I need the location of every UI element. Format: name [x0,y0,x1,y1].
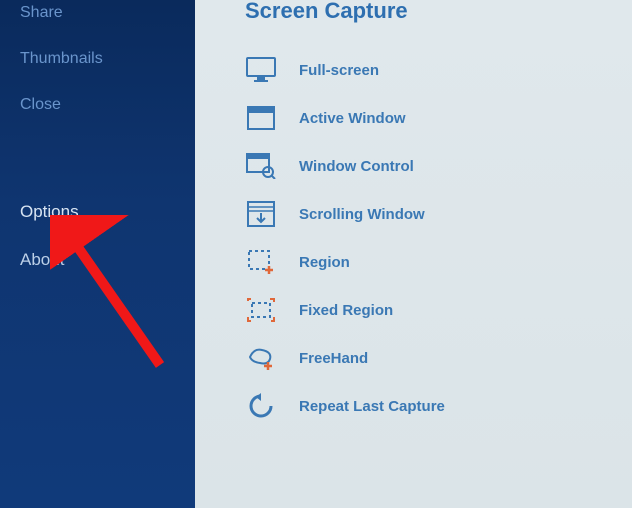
capture-item-fixed-region[interactable]: Fixed Region [245,286,602,334]
sidebar-item-label: Share [20,4,63,21]
main-panel: Screen Capture Full-screen Active Window [195,0,632,508]
sidebar-item-label: Thumbnails [20,50,103,67]
capture-item-active-window[interactable]: Active Window [245,94,602,142]
capture-item-freehand[interactable]: FreeHand [245,334,602,382]
sidebar-item-label: About [20,250,64,269]
repeat-icon [245,392,277,420]
fixed-region-icon [245,296,277,324]
capture-item-window-control[interactable]: Window Control [245,142,602,190]
monitor-icon [245,56,277,84]
capture-label: Full-screen [299,62,379,79]
sidebar-item-options[interactable]: Options [0,188,195,236]
freehand-icon [245,344,277,372]
scroll-icon [245,200,277,228]
capture-item-region[interactable]: Region [245,238,602,286]
sidebar-item-label: Options [20,202,79,221]
capture-label: Scrolling Window [299,206,425,223]
capture-item-fullscreen[interactable]: Full-screen [245,46,602,94]
capture-label: Window Control [299,158,414,175]
capture-label: FreeHand [299,350,368,367]
page-title: Screen Capture [245,0,602,24]
sidebar-item-close[interactable]: Close [0,82,195,128]
sidebar-item-about[interactable]: About [0,236,195,284]
capture-label: Region [299,254,350,271]
capture-label: Repeat Last Capture [299,398,445,415]
capture-label: Active Window [299,110,406,127]
capture-label: Fixed Region [299,302,393,319]
capture-item-scrolling-window[interactable]: Scrolling Window [245,190,602,238]
sidebar: Share Thumbnails Close Options About [0,0,195,508]
sidebar-item-thumbnails[interactable]: Thumbnails [0,36,195,82]
sidebar-item-share[interactable]: Share [0,0,195,36]
sidebar-item-label: Close [20,96,61,113]
window-icon [245,104,277,132]
capture-item-repeat[interactable]: Repeat Last Capture [245,382,602,430]
region-icon [245,248,277,276]
window-search-icon [245,152,277,180]
